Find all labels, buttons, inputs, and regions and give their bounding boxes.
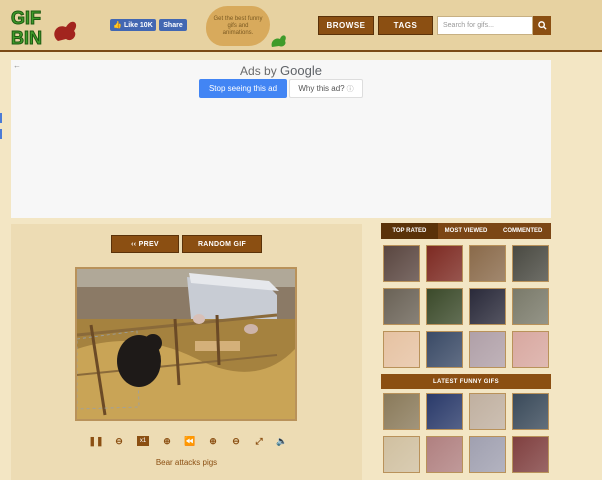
gif-thumbnail[interactable] xyxy=(469,331,506,368)
svg-text:BIN: BIN xyxy=(11,28,42,47)
gif-image[interactable] xyxy=(75,267,297,421)
search-button[interactable] xyxy=(533,16,551,35)
info-icon: ⓘ xyxy=(346,85,354,93)
why-this-ad-label: Why this ad? xyxy=(298,84,345,93)
ads-by-google-label: Ads by Google xyxy=(11,63,551,78)
site-header: GIF BIN 👍 Like 10K Share Get the best fu… xyxy=(0,0,602,52)
gif-thumbnail[interactable] xyxy=(469,288,506,325)
facebook-like-label: Like 10K xyxy=(123,21,153,29)
why-this-ad-button[interactable]: Why this ad? ⓘ xyxy=(289,79,363,98)
ad-container: ← Ads by Google Stop seeing this ad Why … xyxy=(11,60,551,218)
tab-most-viewed[interactable]: MOST VIEWED xyxy=(438,223,495,239)
side-feedback-tab[interactable] xyxy=(0,129,2,139)
thumbs-up-icon: 👍 xyxy=(113,22,122,29)
fullscreen-icon[interactable]: ⤢ xyxy=(254,436,264,446)
gif-caption: Bear attacks pigs xyxy=(155,458,218,467)
ads-by-text: Ads by xyxy=(240,64,277,78)
gif-thumbnail[interactable] xyxy=(426,288,463,325)
pause-icon[interactable]: ❚❚ xyxy=(88,436,103,446)
top-rated-grid xyxy=(381,245,551,368)
gif-thumbnail[interactable] xyxy=(469,436,506,473)
gif-thumbnail[interactable] xyxy=(383,245,420,282)
browse-button[interactable]: BROWSE xyxy=(318,16,374,35)
facebook-like-button[interactable]: 👍 Like 10K xyxy=(110,19,156,31)
sidebar-tabs: TOP RATED MOST VIEWED COMMENTED xyxy=(381,223,551,239)
gif-thumbnail[interactable] xyxy=(426,393,463,430)
faster-icon[interactable]: ⊕ xyxy=(162,436,172,446)
gif-thumbnail[interactable] xyxy=(383,288,420,325)
slower-icon[interactable]: ⊖ xyxy=(114,436,124,446)
rewind-icon[interactable]: ⏪ xyxy=(184,436,195,446)
latest-gifs-heading: LATEST FUNNY GIFS xyxy=(381,374,551,389)
gif-thumbnail[interactable] xyxy=(469,245,506,282)
search-input[interactable]: Search for gifs... xyxy=(437,16,533,35)
gif-thumbnail[interactable] xyxy=(512,331,549,368)
tags-button[interactable]: TAGS xyxy=(378,16,433,35)
gif-thumbnail[interactable] xyxy=(512,288,549,325)
gif-thumbnail[interactable] xyxy=(383,331,420,368)
svg-text:GIF: GIF xyxy=(11,8,41,28)
gif-thumbnail[interactable] xyxy=(383,436,420,473)
tagline-badge: Get the best funny gifs and animations. xyxy=(206,6,270,46)
side-feedback-tab[interactable] xyxy=(0,113,2,123)
tab-top-rated[interactable]: TOP RATED xyxy=(381,223,438,239)
gif-scene xyxy=(77,269,295,419)
google-text: Google xyxy=(280,63,322,78)
gif-thumbnail[interactable] xyxy=(383,393,420,430)
facebook-share-button[interactable]: Share xyxy=(159,19,187,31)
gif-thumbnail[interactable] xyxy=(512,245,549,282)
gif-thumbnail[interactable] xyxy=(512,393,549,430)
gif-controls: ❚❚ ⊖ x1 ⊕ ⏪ ⊕ ⊖ ⤢ 🔈 xyxy=(88,436,288,446)
zoom-out-icon[interactable]: ⊖ xyxy=(231,436,241,446)
search-icon xyxy=(537,21,547,30)
stop-seeing-ad-button[interactable]: Stop seeing this ad xyxy=(199,79,287,98)
gif-thumbnail[interactable] xyxy=(426,245,463,282)
gif-thumbnail[interactable] xyxy=(426,436,463,473)
zoom-in-icon[interactable]: ⊕ xyxy=(208,436,218,446)
squirrel-icon xyxy=(271,35,286,47)
random-gif-button[interactable]: RANDOM GIF xyxy=(182,235,262,253)
tagline-text: Get the best funny gifs and animations. xyxy=(213,15,263,36)
gif-viewer-panel: ‹‹ PREV RANDOM GIF ❚❚ ⊖ x1 ⊕ ⏪ ⊕ ⊖ ⤢ 🔈 B… xyxy=(11,224,362,480)
gifbin-logo[interactable]: GIF BIN xyxy=(10,5,80,47)
gif-thumbnail[interactable] xyxy=(426,331,463,368)
speed-indicator[interactable]: x1 xyxy=(137,436,149,446)
gif-thumbnail[interactable] xyxy=(469,393,506,430)
tab-commented[interactable]: COMMENTED xyxy=(494,223,551,239)
gif-thumbnail[interactable] xyxy=(512,436,549,473)
sound-icon[interactable]: 🔈 xyxy=(276,436,287,446)
prev-button[interactable]: ‹‹ PREV xyxy=(111,235,179,253)
latest-gifs-grid xyxy=(381,393,551,473)
